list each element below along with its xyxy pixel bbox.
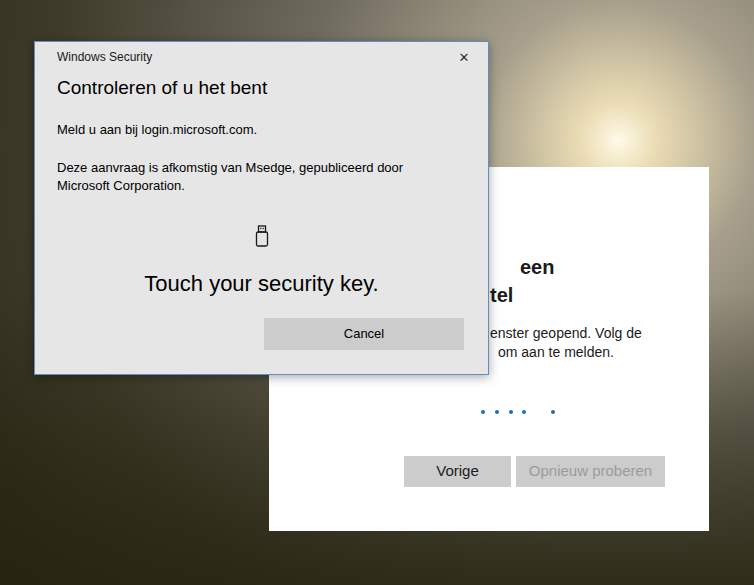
title-bar: Windows Security ✕	[35, 42, 488, 72]
close-button[interactable]: ✕	[454, 48, 474, 68]
security-dialog: Windows Security ✕ Controleren of u het be…	[34, 41, 489, 375]
source-line: Deze aanvraag is afkomstig van Msedge, g…	[57, 159, 466, 177]
dialog-buttons: Cancel	[57, 318, 466, 350]
panel-button: Opnieuw proberen	[516, 456, 665, 487]
progress-dot	[481, 410, 485, 414]
site-line: Meld u aan bij login.microsoft.com.	[57, 121, 466, 139]
source-line: Microsoft Corporation.	[57, 177, 466, 195]
panel-button[interactable]: Vorige	[404, 456, 511, 487]
dialog-title: Controleren of u het bent	[57, 76, 466, 100]
prompt: Touch your security key.	[57, 270, 466, 298]
security-key-icon	[57, 225, 466, 247]
cancel-button[interactable]: Cancel	[264, 318, 464, 350]
button-row: VorigeOpnieuw proberen	[269, 456, 709, 487]
app-name: Windows Security	[57, 48, 152, 66]
progress-dots	[269, 410, 709, 414]
desktop: eentelenster geopend. Volg deom aan te m…	[0, 0, 754, 585]
dialog-content: Controleren of u het bent Meld u aan bij …	[35, 72, 488, 350]
progress-dot	[509, 410, 513, 414]
progress-dot	[522, 410, 526, 414]
progress-dot	[551, 410, 555, 414]
source-text: Deze aanvraag is afkomstig van Msedge, g…	[57, 159, 466, 195]
progress-dot	[495, 410, 499, 414]
